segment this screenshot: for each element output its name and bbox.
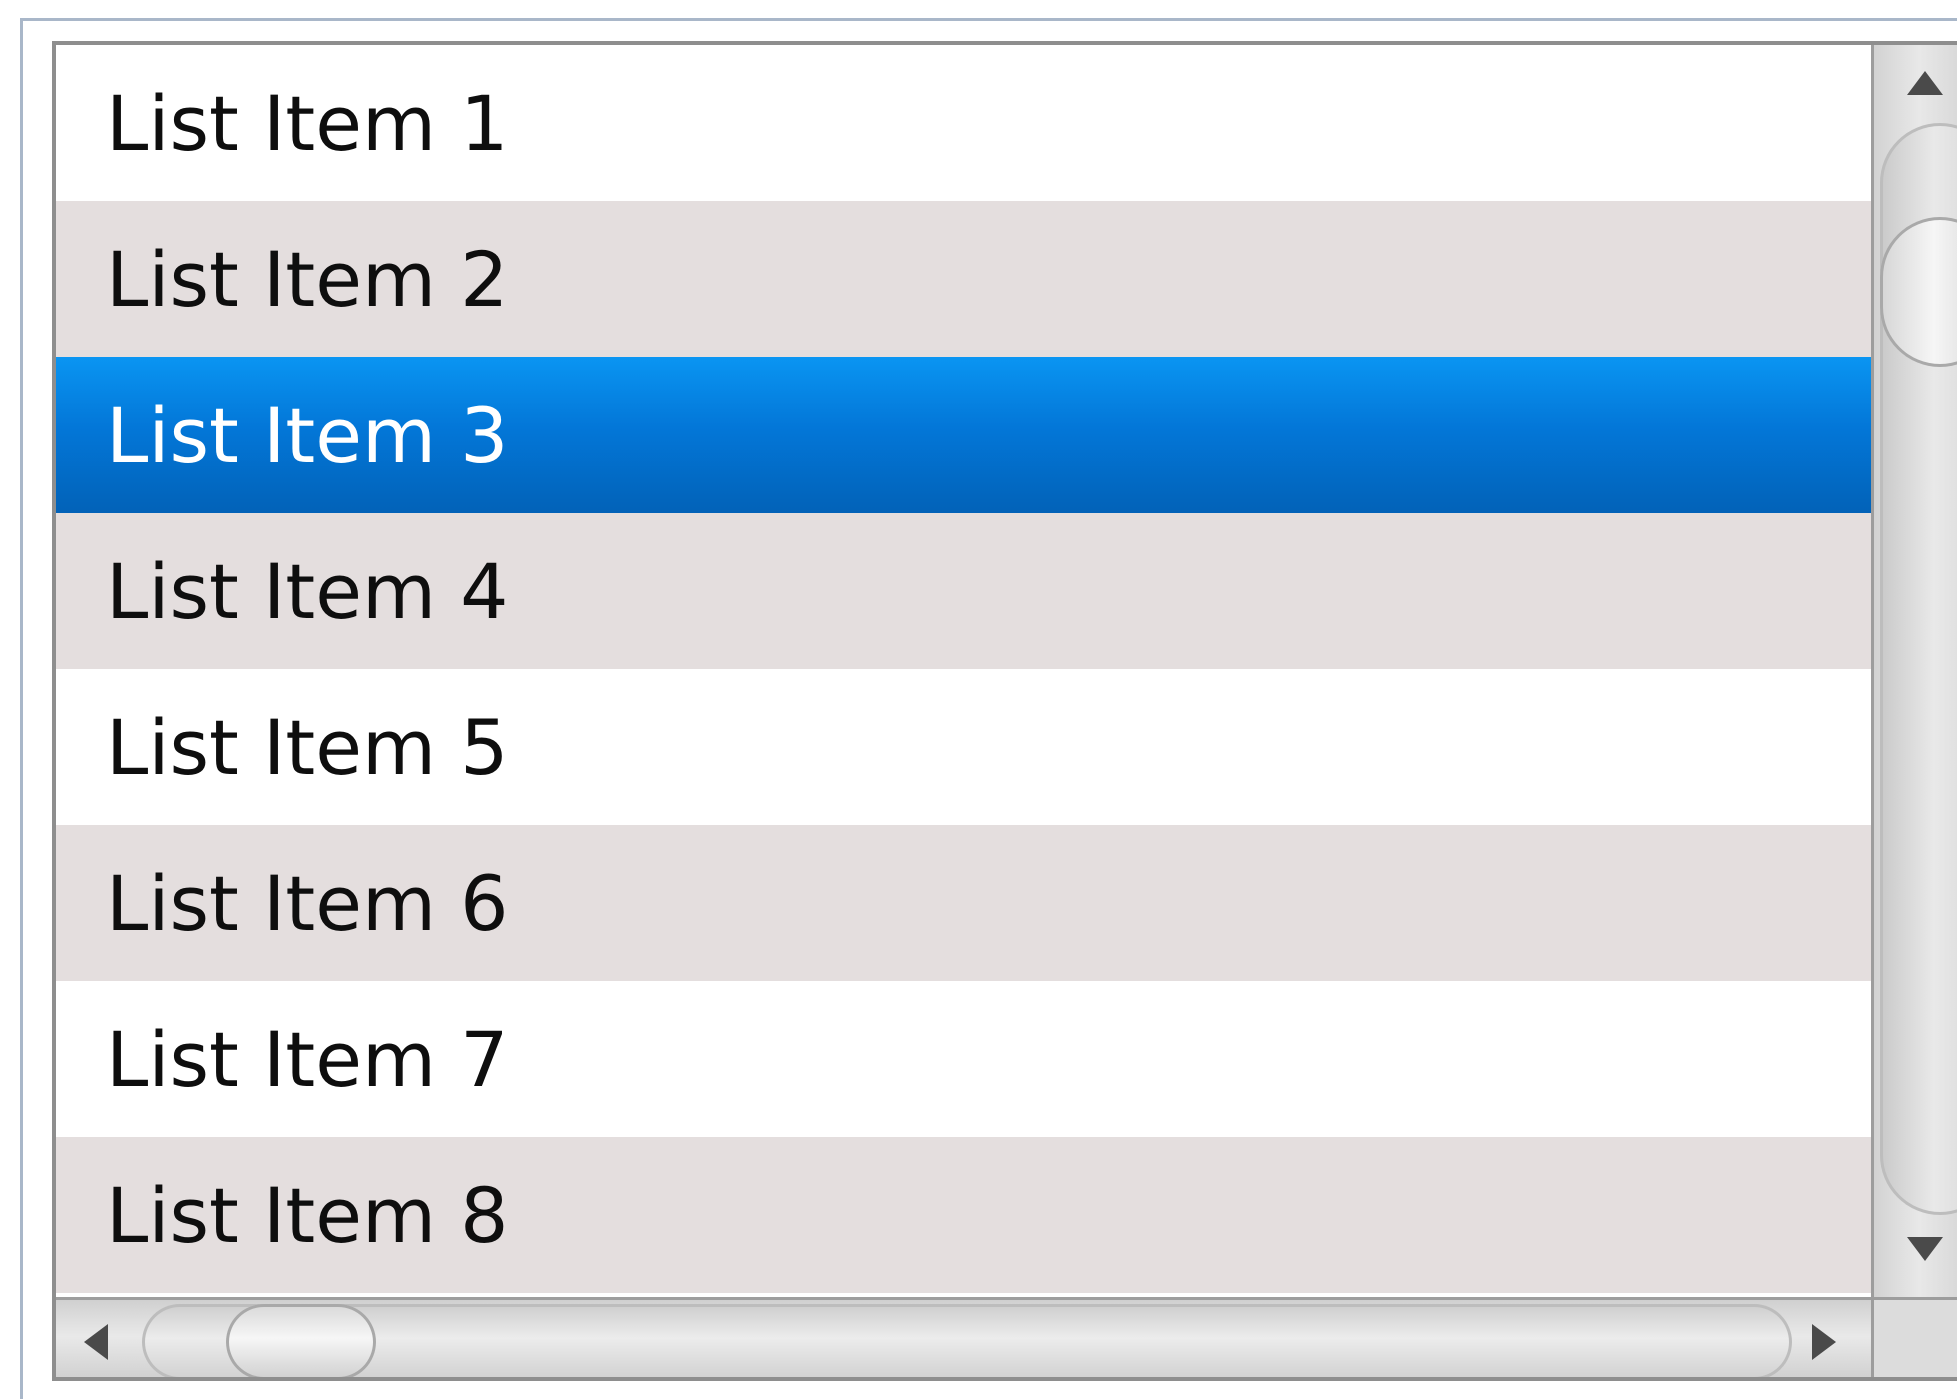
list-item-4[interactable]: List Item 4 (56, 513, 1871, 669)
horizontal-scrollbar[interactable] (56, 1297, 1871, 1377)
horizontal-scroll-thumb[interactable] (226, 1304, 376, 1377)
list-items: List Item 1 List Item 2 List Item 3 List… (56, 45, 1871, 1297)
list-item-2[interactable]: List Item 2 (56, 201, 1871, 357)
arrow-left-icon[interactable] (84, 1324, 108, 1360)
list-box[interactable]: List Item 1 List Item 2 List Item 3 List… (52, 41, 1957, 1381)
list-item-7[interactable]: List Item 7 (56, 981, 1871, 1137)
arrow-down-icon[interactable] (1907, 1237, 1943, 1261)
list-item-5[interactable]: List Item 5 (56, 669, 1871, 825)
arrow-up-icon[interactable] (1907, 71, 1943, 95)
list-item-6[interactable]: List Item 6 (56, 825, 1871, 981)
vertical-scrollbar[interactable] (1871, 45, 1957, 1297)
horizontal-scroll-track[interactable] (142, 1304, 1792, 1377)
list-item-1[interactable]: List Item 1 (56, 45, 1871, 201)
list-item-8[interactable]: List Item 8 (56, 1137, 1871, 1293)
list-item-3-selected[interactable]: List Item 3 (56, 357, 1871, 513)
arrow-right-icon[interactable] (1812, 1324, 1836, 1360)
scrollbar-corner (1871, 1297, 1957, 1377)
